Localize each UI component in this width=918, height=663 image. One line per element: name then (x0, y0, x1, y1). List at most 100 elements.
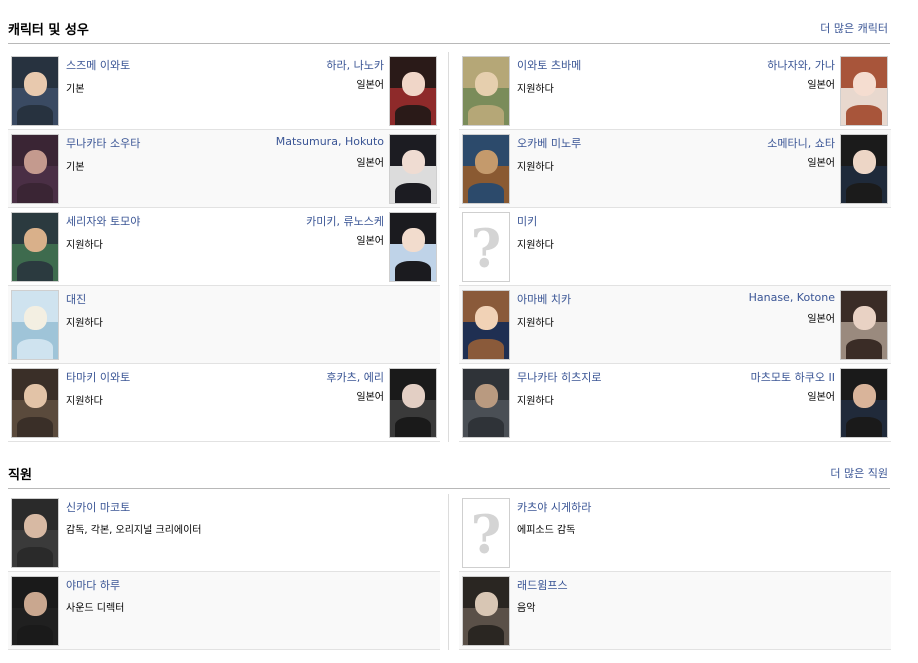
character-image[interactable] (462, 290, 510, 360)
voice-actor-image[interactable] (840, 290, 888, 360)
more-characters-link[interactable]: 더 많은 캐릭터 (820, 20, 888, 36)
character-name-link[interactable]: 스즈메 이와토 (66, 57, 130, 73)
staff-section-title: 직원 (8, 468, 32, 483)
voice-actor-name-link[interactable]: 하나자와, 가나 (767, 57, 835, 73)
voice-actor-language: 일본어 (356, 392, 384, 403)
character-image[interactable] (11, 212, 59, 282)
staff-image[interactable] (11, 498, 59, 568)
voice-actor-language: 일본어 (356, 158, 384, 169)
character-image[interactable] (11, 368, 59, 438)
voice-actor-image[interactable] (389, 212, 437, 282)
staff-portrait[interactable] (12, 577, 58, 645)
characters-section-title: 캐릭터 및 성우 (8, 23, 89, 38)
voice-actor-name-link[interactable]: 후카츠, 에리 (326, 369, 384, 385)
characters-grid: 스즈메 이와토 기본 하라, 나노카 일본어 무나카타 소우타 기본 Matsumura, … (8, 52, 891, 442)
character-portrait[interactable] (12, 135, 58, 203)
character-role: 지원하다 (517, 240, 554, 251)
character-name-link[interactable]: 아마베 치카 (517, 291, 571, 307)
character-role: 기본 (66, 84, 85, 95)
voice-actor-image[interactable] (840, 368, 888, 438)
character-image[interactable] (11, 56, 59, 126)
character-portrait[interactable] (12, 369, 58, 437)
character-portrait[interactable] (463, 57, 509, 125)
voice-actor-portrait[interactable] (390, 213, 436, 281)
staff-image[interactable] (11, 576, 59, 646)
character-image: ? (462, 212, 510, 282)
staff-name-link[interactable]: 카츠야 시게하라 (517, 499, 591, 515)
staff-name-link[interactable]: 신카이 마코토 (66, 499, 130, 515)
staff-image[interactable] (462, 576, 510, 646)
voice-actor-language: 일본어 (807, 158, 835, 169)
staff-section-header: 직원 더 많은 직원 (8, 467, 890, 489)
character-portrait[interactable] (463, 369, 509, 437)
voice-actor-portrait[interactable] (841, 369, 887, 437)
more-staff-link[interactable]: 더 많은 직원 (830, 465, 888, 481)
column-divider (448, 52, 449, 442)
character-portrait[interactable] (463, 135, 509, 203)
character-role: 지원하다 (517, 396, 554, 407)
staff-role: 사운드 디렉터 (66, 603, 125, 614)
staff-row: 신카이 마코토감독, 각본, 오리지널 크리에이터 (8, 494, 440, 572)
character-row: 아마베 치카 지원하다 Hanase, Kotone 일본어 (459, 286, 891, 364)
voice-actor-image[interactable] (840, 134, 888, 204)
staff-role: 감독, 각본, 오리지널 크리에이터 (66, 525, 202, 536)
voice-actor-portrait[interactable] (841, 57, 887, 125)
voice-actor-image[interactable] (840, 56, 888, 126)
character-portrait[interactable] (12, 213, 58, 281)
character-role: 지원하다 (517, 318, 554, 329)
voice-actor-name-link[interactable]: 소메타니, 쇼타 (767, 135, 835, 151)
character-name-link[interactable]: 대진 (66, 291, 86, 307)
voice-actor-image[interactable] (389, 134, 437, 204)
character-name-link[interactable]: 오카베 미노루 (517, 135, 581, 151)
staff-name-link[interactable]: 래드윔프스 (517, 577, 568, 593)
character-name-link[interactable]: 무나카타 소우타 (66, 135, 140, 151)
voice-actor-name-link[interactable]: 마츠모토 하쿠오 II (751, 369, 835, 385)
character-portrait[interactable] (12, 57, 58, 125)
voice-actor-portrait[interactable] (841, 291, 887, 359)
voice-actor-portrait[interactable] (390, 369, 436, 437)
staff-name-link[interactable]: 야마다 하루 (66, 577, 120, 593)
voice-actor-language: 일본어 (807, 80, 835, 91)
character-name-link[interactable]: 미키 (517, 213, 537, 229)
character-row: 오카베 미노루지원하다 소메타니, 쇼타일본어 (459, 130, 891, 208)
character-row: 스즈메 이와토 기본 하라, 나노카 일본어 (8, 52, 440, 130)
characters-section-header: 캐릭터 및 성우 더 많은 캐릭터 (8, 22, 890, 44)
voice-actor-portrait[interactable] (841, 135, 887, 203)
voice-actor-name-link[interactable]: Matsumura, Hokuto (276, 135, 384, 148)
voice-actor-name-link[interactable]: 하라, 나노카 (326, 57, 384, 73)
staff-portrait[interactable] (463, 577, 509, 645)
character-image[interactable] (462, 368, 510, 438)
character-row: 무나카타 히츠지로 지원하다 마츠모토 하쿠오 II 일본어 (459, 364, 891, 442)
voice-actor-image[interactable] (389, 56, 437, 126)
no-image-placeholder-icon: ? (463, 499, 509, 567)
staff-role: 에피소드 감독 (517, 525, 576, 536)
column-divider (448, 494, 449, 650)
character-image[interactable] (462, 56, 510, 126)
character-portrait[interactable] (12, 291, 58, 359)
character-image[interactable] (11, 290, 59, 360)
voice-actor-portrait[interactable] (390, 135, 436, 203)
character-name-link[interactable]: 이와토 츠바메 (517, 57, 581, 73)
character-name-link[interactable]: 세리자와 토모야 (66, 213, 140, 229)
voice-actor-name-link[interactable]: Hanase, Kotone (749, 291, 835, 304)
characters-right-column: 이와토 츠바메 지원하다 하나자와, 가나 일본어 오카베 미노루 지원하다 소메타니, 쇼… (459, 52, 891, 442)
staff-row: ? 카츠야 시게하라에피소드 감독 (459, 494, 891, 572)
character-row: 타마키 이와토 지원하다 후카츠, 에리 일본어 (8, 364, 440, 442)
staff-image: ? (462, 498, 510, 568)
character-image[interactable] (11, 134, 59, 204)
character-portrait[interactable] (463, 291, 509, 359)
staff-row: 야마다 하루사운드 디렉터 (8, 572, 440, 650)
character-role: 기본 (66, 162, 85, 173)
staff-portrait[interactable] (12, 499, 58, 567)
character-role: 지원하다 (517, 84, 554, 95)
voice-actor-image[interactable] (389, 368, 437, 438)
character-row: 세리자와 토모야 지원하다 카미키, 류노스케 일본어 (8, 208, 440, 286)
staff-row: 래드윔프스 음악 (459, 572, 891, 650)
voice-actor-name-link[interactable]: 카미키, 류노스케 (306, 213, 384, 229)
character-name-link[interactable]: 무나카타 히츠지로 (517, 369, 601, 385)
character-name-link[interactable]: 타마키 이와토 (66, 369, 130, 385)
character-role: 지원하다 (66, 240, 103, 251)
voice-actor-portrait[interactable] (390, 57, 436, 125)
character-role: 지원하다 (517, 162, 554, 173)
character-image[interactable] (462, 134, 510, 204)
